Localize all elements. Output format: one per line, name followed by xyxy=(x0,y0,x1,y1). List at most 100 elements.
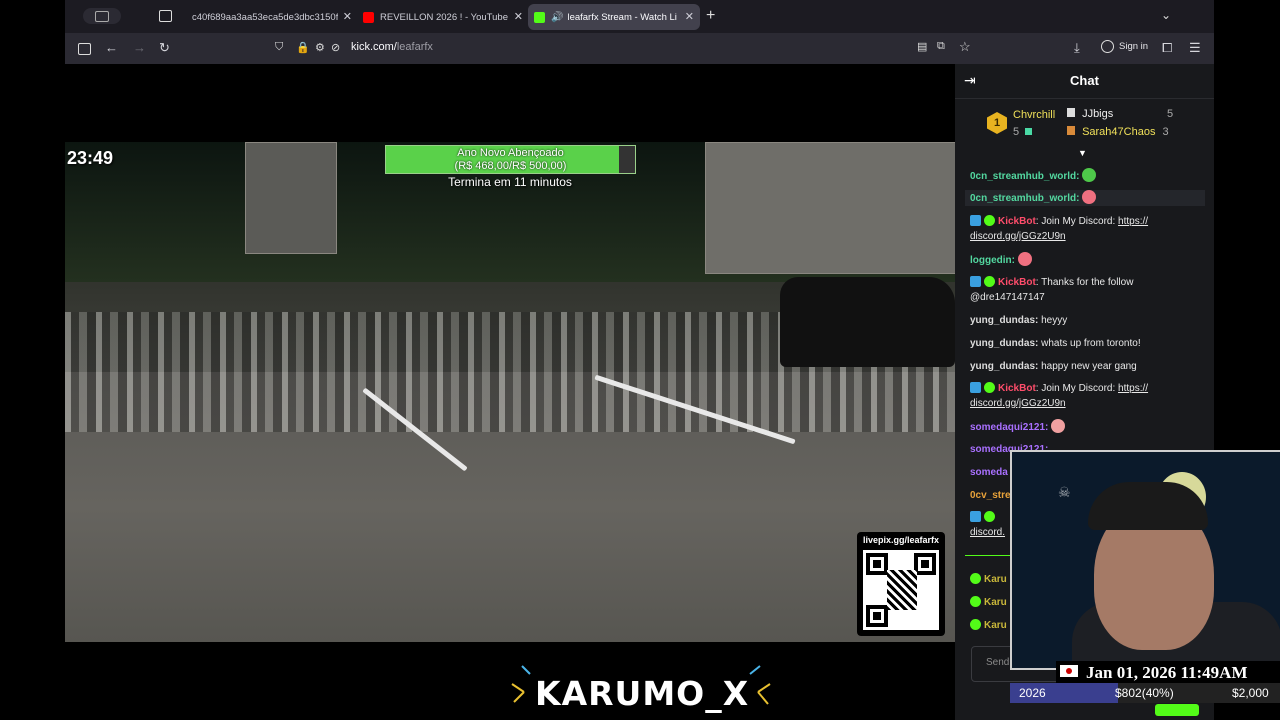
chat-username[interactable]: someda xyxy=(970,467,1008,478)
gifter-name: Sarah47Chaos xyxy=(1082,126,1156,138)
chat-username[interactable]: yung_dundas: xyxy=(970,338,1038,349)
sign-in-button[interactable]: Sign in xyxy=(1101,40,1148,53)
chat-username[interactable]: KickBot xyxy=(998,383,1036,394)
chat-username[interactable]: yung_dundas: xyxy=(970,315,1038,326)
lock-icon[interactable]: 🔒 xyxy=(296,41,310,54)
chat-link[interactable]: https:// xyxy=(1118,383,1148,394)
chat-username[interactable]: Karu xyxy=(984,597,1007,608)
chat-link[interactable]: discord.gg/jGGz2U9n xyxy=(970,231,1066,242)
verified-badge-icon xyxy=(970,596,981,607)
reader-view-icon[interactable]: ▤ xyxy=(917,40,927,53)
tab-hash[interactable]: c40f689aa3aa53eca5de3dbc3150f ✕ xyxy=(185,4,358,30)
chat-message[interactable]: somedaqui2121: xyxy=(970,419,1205,435)
tab-title: REVEILLON 2026 ! - YouTube xyxy=(380,11,508,23)
chat-message[interactable]: KickBot: Thanks for the follow @dre14714… xyxy=(970,275,1205,305)
forward-icon[interactable]: → xyxy=(133,40,146,56)
menu-icon[interactable]: ☰ xyxy=(1189,40,1201,56)
top-gifter-rank-badge: 1 xyxy=(987,112,1007,134)
sidebar-toggle-button[interactable] xyxy=(83,8,121,24)
chat-username[interactable]: Karu xyxy=(984,574,1007,585)
new-tab-icon[interactable]: + xyxy=(706,7,715,25)
chat-username[interactable]: 0cv_stre xyxy=(970,490,1011,501)
reload-icon[interactable]: ↻ xyxy=(159,40,170,56)
gift-icon xyxy=(1025,128,1033,135)
chat-message[interactable]: KickBot: Join My Discord: https:// disco… xyxy=(970,214,1205,244)
chat-message[interactable]: 0cn_streamhub_world: xyxy=(965,190,1205,206)
permissions-icon[interactable]: ⚙ xyxy=(315,41,325,54)
gifter-name: JJbigs xyxy=(1082,108,1114,120)
audio-icon[interactable]: 🔊 xyxy=(551,12,563,23)
emote-icon xyxy=(1082,190,1097,204)
back-icon[interactable]: ← xyxy=(105,40,118,56)
logo-text: KARUMO_X xyxy=(535,674,750,713)
close-tab-icon[interactable]: ✕ xyxy=(685,10,694,23)
downloads-icon[interactable]: ⤓ xyxy=(1074,40,1080,56)
chat-link[interactable]: discord. xyxy=(970,527,1005,538)
sidebar-panel-icon[interactable] xyxy=(78,43,91,55)
top-gifter-3[interactable]: Sarah47Chaos 3 xyxy=(1067,126,1187,138)
chat-send-button[interactable] xyxy=(1155,704,1199,716)
extensions-icon[interactable]: ⧠ xyxy=(1162,40,1172,56)
tab-groups-icon[interactable] xyxy=(159,10,172,22)
chat-username[interactable]: 0cn_streamhub_world: xyxy=(970,193,1079,204)
bot-badge-icon xyxy=(970,276,981,287)
chat-username[interactable]: yung_dundas: xyxy=(970,361,1038,372)
youtube-icon xyxy=(363,11,374,23)
picture-in-picture-icon[interactable]: ⧉ xyxy=(937,40,945,53)
bookmark-star-icon[interactable]: ☆ xyxy=(959,39,971,55)
tab-youtube[interactable]: REVEILLON 2026 ! - YouTube ✕ xyxy=(357,4,529,30)
chat-username[interactable]: somedaqui2121: xyxy=(970,422,1048,433)
video-player[interactable]: 23:49 Ano Novo Abençoado (R$ 468,00/R$ 5… xyxy=(65,64,955,720)
gifter-name: Chvrchill xyxy=(1013,109,1056,121)
goal-label-right: $2,000 xyxy=(1232,686,1269,700)
donation-goal-title: Ano Novo Abençoado xyxy=(457,147,564,159)
chat-message[interactable]: yung_dundas: heyyy xyxy=(970,313,1205,328)
donation-goal-amount: (R$ 468,00/R$ 500,00) xyxy=(454,160,567,172)
qr-pattern xyxy=(887,570,917,610)
chat-message[interactable]: 0cn_streamhub_world: xyxy=(970,168,1205,184)
url-text[interactable]: kick.com/leafarfx xyxy=(351,41,433,53)
subathon-goal-bar: 2026 $802(40%) $2,000 xyxy=(1010,683,1280,703)
chat-username[interactable]: 0cn_streamhub_world: xyxy=(970,171,1079,182)
chat-username[interactable]: loggedin: xyxy=(970,255,1015,266)
top-gifter-2[interactable]: JJbigs 5 xyxy=(1067,108,1187,120)
url-bar[interactable]: ⛉ 🔒 ⚙ ⊘ kick.com/leafarfx ▤ ⧉ ☆ xyxy=(265,36,981,60)
chat-username[interactable]: Karu xyxy=(984,620,1007,631)
chat-message[interactable]: loggedin: xyxy=(970,252,1205,268)
chat-message[interactable]: yung_dundas: whats up from toronto! xyxy=(970,336,1205,351)
qr-code-box: livepix.gg/leafarfx xyxy=(857,532,945,636)
stream-video[interactable]: 23:49 Ano Novo Abençoado (R$ 468,00/R$ 5… xyxy=(65,142,955,642)
tab-kick[interactable]: 🔊 leafarfx Stream - Watch Liv ✕ xyxy=(528,4,700,30)
chat-message[interactable]: KickBot: Join My Discord: https:// disco… xyxy=(970,381,1205,411)
gifter-rank-icon xyxy=(1067,126,1075,135)
close-tab-icon[interactable]: ✕ xyxy=(514,10,523,23)
qr-finder xyxy=(866,605,888,627)
gifter-count: 3 xyxy=(1162,126,1169,138)
sign-in-label: Sign in xyxy=(1119,41,1149,52)
list-tabs-icon[interactable]: ⌄ xyxy=(1161,8,1171,22)
qr-label: livepix.gg/leafarfx xyxy=(862,535,940,545)
qr-code xyxy=(863,550,939,630)
tracking-protection-icon[interactable]: ⛉ xyxy=(275,41,283,54)
verified-badge-icon xyxy=(984,382,995,393)
qr-finder xyxy=(914,553,936,575)
date-text: Jan 01, 2026 11:49AM xyxy=(1086,663,1248,682)
chat-message[interactable]: yung_dundas: happy new year gang xyxy=(970,359,1205,374)
top-gifter-1-count: 5 xyxy=(1013,126,1033,138)
chat-link[interactable]: discord.gg/jGGz2U9n xyxy=(970,398,1066,409)
tab-title: c40f689aa3aa53eca5de3dbc3150f xyxy=(192,11,338,23)
chat-text: whats up from toronto! xyxy=(1038,338,1141,349)
verified-badge-icon xyxy=(970,573,981,584)
top-gifter-1[interactable]: Chvrchill xyxy=(1013,109,1055,121)
autoplay-blocked-icon[interactable]: ⊘ xyxy=(331,41,340,54)
expand-gifters-icon[interactable]: ▼ xyxy=(1078,148,1087,158)
gifter-rank-icon xyxy=(1067,108,1075,117)
chat-link[interactable]: https:// xyxy=(1118,216,1148,227)
chat-username[interactable]: KickBot xyxy=(998,277,1036,288)
chat-username[interactable]: KickBot xyxy=(998,216,1036,227)
donation-goal-text: Ano Novo Abençoado (R$ 468,00/R$ 500,00) xyxy=(386,147,635,173)
verified-badge-icon xyxy=(970,619,981,630)
verified-badge-icon xyxy=(984,511,995,522)
close-tab-icon[interactable]: ✕ xyxy=(343,10,352,23)
verified-badge-icon xyxy=(984,215,995,226)
